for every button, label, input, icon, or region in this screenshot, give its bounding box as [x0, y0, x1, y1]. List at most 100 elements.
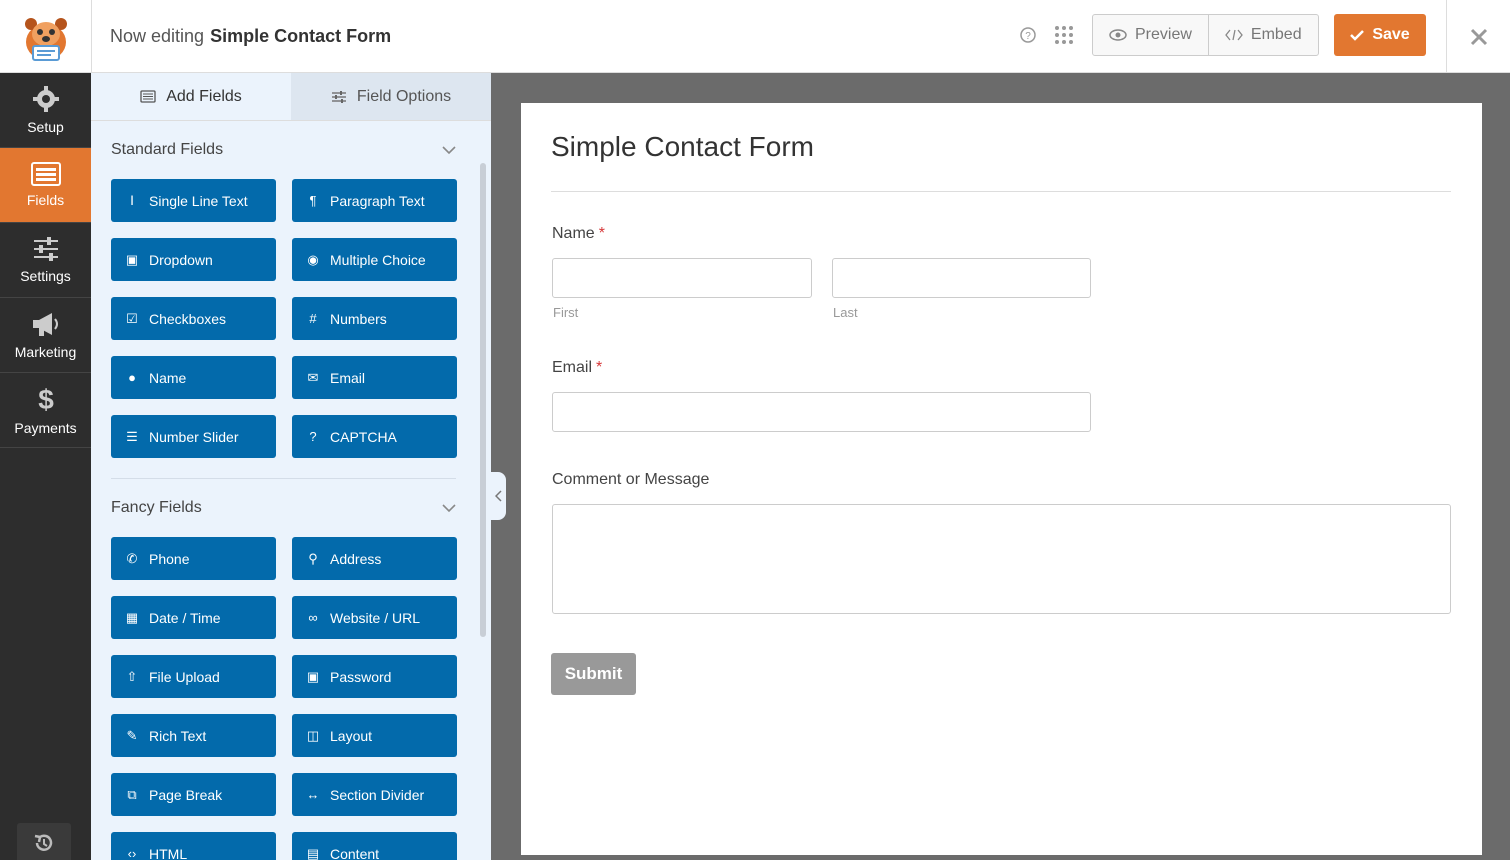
field-button-multiple-choice[interactable]: ◉ Multiple Choice — [292, 238, 457, 281]
editing-form-name: Simple Contact Form — [210, 26, 392, 46]
topbar-divider — [91, 0, 92, 73]
embed-button[interactable]: Embed — [1207, 15, 1318, 55]
close-button[interactable] — [1446, 0, 1510, 73]
chevron-down-icon — [442, 145, 456, 154]
megaphone-icon — [32, 313, 58, 336]
fields-list-icon — [30, 162, 61, 186]
fields-panel: Add Fields Field Options Standard Fields… — [91, 73, 491, 860]
nav-label-fields: Fields — [26, 192, 65, 208]
field-button-password[interactable]: ▣ Password — [292, 655, 457, 698]
field-button-website-url[interactable]: ∞ Website / URL — [292, 596, 457, 639]
field-button-section-divider[interactable]: ↔ Section Divider — [292, 773, 457, 816]
field-button-html[interactable]: ‹› HTML — [111, 832, 276, 860]
field-button-label: Rich Text — [149, 727, 207, 744]
apps-grid-icon[interactable] — [1054, 25, 1074, 45]
field-button-dropdown[interactable]: ▣ Dropdown — [111, 238, 276, 281]
embed-label: Embed — [1250, 26, 1302, 43]
field-button-phone[interactable]: ✆ Phone — [111, 537, 276, 580]
field-button-label: Dropdown — [149, 251, 213, 268]
field-button-page-break[interactable]: ⧉ Page Break — [111, 773, 276, 816]
name-last-input[interactable] — [832, 258, 1091, 298]
phone-icon: ✆ — [126, 550, 138, 566]
first-sublabel: First — [553, 305, 579, 320]
panel-scrollbar[interactable] — [480, 163, 486, 637]
submit-button[interactable]: Submit — [551, 653, 636, 695]
preview-button[interactable]: Preview — [1093, 15, 1208, 55]
dollar-icon: $ — [38, 384, 54, 414]
nav-label-settings: Settings — [20, 268, 71, 284]
field-button-label: Content — [330, 845, 380, 860]
email-input[interactable] — [552, 392, 1091, 432]
save-button[interactable]: Save — [1334, 14, 1426, 56]
checkbox-icon: ☑ — [126, 310, 138, 326]
field-button-label: Checkboxes — [149, 310, 227, 327]
nav-item-marketing[interactable]: Marketing — [0, 298, 91, 373]
help-icon[interactable]: ? — [1019, 26, 1037, 44]
collapse-panel-handle[interactable] — [491, 472, 506, 520]
field-button-label: Page Break — [149, 786, 223, 803]
builder-sidebar: Setup Fields Settings Marketing $ Paymen… — [0, 73, 91, 860]
field-button-paragraph-text[interactable]: ¶ Paragraph Text — [292, 179, 457, 222]
sliders-icon: ☰ — [126, 428, 138, 444]
top-bar: Now editing Simple Contact Form ? Preview… — [0, 0, 1510, 73]
message-field-label[interactable]: Comment or Message — [552, 471, 709, 489]
nav-item-payments[interactable]: $ Payments — [0, 373, 91, 448]
code-icon: ‹› — [127, 846, 137, 860]
field-button-label: Single Line Text — [149, 192, 248, 209]
name-first-input[interactable] — [552, 258, 812, 298]
field-button-label: CAPTCHA — [330, 428, 397, 445]
field-button-single-line-text[interactable]: Ⅰ Single Line Text — [111, 179, 276, 222]
message-textarea[interactable] — [552, 504, 1451, 614]
name-field-label[interactable]: Name * — [552, 225, 605, 243]
field-button-date-time[interactable]: ▦ Date / Time — [111, 596, 276, 639]
required-marker: * — [596, 359, 603, 376]
save-label: Save — [1372, 26, 1410, 43]
fancy-fields-header[interactable]: Fancy Fields — [111, 499, 456, 517]
nav-item-fields[interactable]: Fields — [0, 148, 91, 223]
edit-icon: ✎ — [126, 727, 138, 743]
tab-field-options[interactable]: Field Options — [291, 73, 491, 120]
field-button-file-upload[interactable]: ⇧ File Upload — [111, 655, 276, 698]
svg-text:$: $ — [38, 384, 54, 414]
nav-item-setup[interactable]: Setup — [0, 73, 91, 148]
field-button-numbers[interactable]: # Numbers — [292, 297, 457, 340]
field-button-checkboxes[interactable]: ☑ Checkboxes — [111, 297, 276, 340]
revisions-button[interactable] — [17, 823, 71, 860]
field-button-label: Numbers — [330, 310, 387, 327]
form-title: Simple Contact Form — [551, 131, 814, 162]
panel-tabs: Add Fields Field Options — [91, 73, 491, 121]
field-button-label: Number Slider — [149, 428, 239, 445]
email-field-label[interactable]: Email * — [552, 359, 602, 377]
field-button-label: Date / Time — [149, 609, 221, 626]
field-button-label: Address — [330, 550, 382, 567]
history-icon — [34, 834, 53, 851]
text-icon: Ⅰ — [130, 192, 134, 208]
field-button-rich-text[interactable]: ✎ Rich Text — [111, 714, 276, 757]
field-button-label: Password — [330, 668, 392, 685]
tab-label-add-fields: Add Fields — [166, 87, 242, 105]
field-button-name[interactable]: ● Name — [111, 356, 276, 399]
standard-fields-header[interactable]: Standard Fields — [111, 141, 456, 159]
columns-icon: ◫ — [306, 727, 320, 743]
field-button-address[interactable]: ⚲ Address — [292, 537, 457, 580]
nav-item-settings[interactable]: Settings — [0, 223, 91, 298]
chevron-down-icon — [442, 503, 456, 512]
dropdown-icon: ▣ — [125, 251, 139, 267]
tab-add-fields[interactable]: Add Fields — [91, 73, 291, 120]
field-button-label: Name — [149, 369, 187, 386]
arrows-h-icon: ↔ — [306, 787, 320, 802]
field-button-content[interactable]: ▤ Content — [292, 832, 457, 860]
calendar-icon: ▦ — [125, 609, 139, 625]
sliders-icon — [331, 90, 346, 103]
field-button-layout[interactable]: ◫ Layout — [292, 714, 457, 757]
field-button-captcha[interactable]: ? CAPTCHA — [292, 415, 457, 458]
field-button-email[interactable]: ✉ Email — [292, 356, 457, 399]
last-sublabel: Last — [833, 305, 858, 320]
envelope-icon: ✉ — [307, 369, 319, 385]
check-icon — [1350, 30, 1365, 41]
field-button-number-slider[interactable]: ☰ Number Slider — [111, 415, 276, 458]
field-button-label: Website / URL — [330, 609, 420, 626]
required-marker: * — [598, 225, 605, 242]
field-button-label: HTML — [149, 845, 188, 860]
preview-label: Preview — [1135, 26, 1192, 43]
